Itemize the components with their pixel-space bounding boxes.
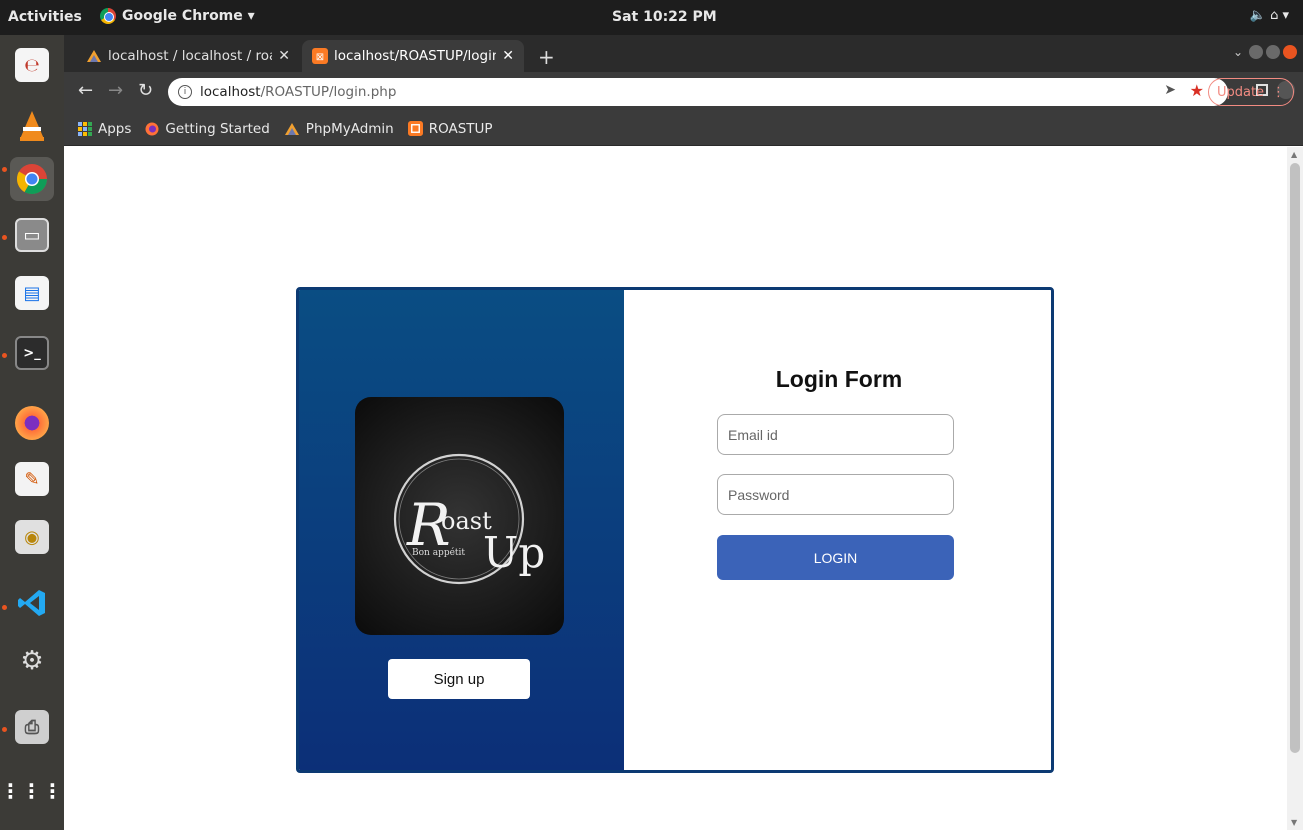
system-status-icons[interactable]: 🔈 ⌂ ▾: [1250, 8, 1289, 23]
dock-writer[interactable]: ▤: [10, 271, 54, 315]
clock[interactable]: Sat 10:22 PM: [612, 9, 717, 25]
text-editor-icon: ✎: [15, 462, 49, 496]
bookmark-roastup[interactable]: ROASTUP: [407, 120, 493, 137]
update-label: Update: [1216, 84, 1265, 100]
vscode-icon: [15, 586, 49, 620]
back-arrow-icon[interactable]: ←: [78, 80, 93, 101]
logo-word-up: Up: [483, 528, 545, 577]
browser-tab-strip: localhost / localhost / roa ✕ ⊠ localhos…: [64, 35, 1303, 72]
vertical-scrollbar[interactable]: ▲ ▼: [1287, 147, 1303, 830]
bookmark-apps[interactable]: Apps: [78, 121, 131, 137]
dock-evolution-mail[interactable]: ℮: [10, 43, 54, 87]
tab-phpmyadmin[interactable]: localhost / localhost / roa ✕: [76, 40, 300, 72]
xampp-icon: [407, 121, 423, 136]
tab-title: localhost / localhost / roa: [108, 48, 273, 64]
scroll-up-arrow-icon[interactable]: ▲: [1291, 150, 1297, 159]
app-grid-icon: ⋮⋮⋮: [0, 779, 64, 803]
tab-search-chevron-icon[interactable]: ⌄: [1233, 45, 1243, 59]
tab-title: localhost/ROASTUP/login: [334, 48, 497, 64]
kebab-menu-icon: ⋮: [1272, 84, 1286, 100]
dock-firefox[interactable]: [10, 401, 54, 445]
svg-text:⊠: ⊠: [316, 52, 324, 63]
dock-files[interactable]: ▭: [10, 213, 54, 257]
browser-toolbar: ← → ↻ i localhost/ROASTUP/login.php ➤ ★: [64, 72, 1303, 112]
firefox-icon: [15, 406, 49, 440]
maximize-icon[interactable]: [1266, 45, 1280, 59]
apps-grid-icon: [78, 121, 92, 136]
phpmyadmin-icon: [284, 122, 299, 135]
dock-chrome[interactable]: [10, 157, 54, 201]
logo-tagline: Bon appétit: [412, 547, 465, 558]
login-form-panel: Login Form Email id Password LOGIN: [624, 290, 1051, 770]
bookmark-label: Getting Started: [165, 120, 270, 137]
address-bar[interactable]: i localhost/ROASTUP/login.php ➤ ★: [168, 78, 1228, 106]
xampp-icon: ⊠: [312, 48, 328, 64]
files-icon: ▭: [15, 218, 49, 252]
brand-panel: R oast Bon appétit Up Sign up: [299, 290, 624, 770]
printer-icon: ⎙: [15, 710, 49, 744]
dock-text-editor[interactable]: ✎: [10, 457, 54, 501]
url-host: localhost: [200, 84, 261, 100]
dock-settings[interactable]: ⚙: [10, 639, 54, 683]
tab-roastup-login[interactable]: ⊠ localhost/ROASTUP/login ✕: [302, 40, 524, 72]
vlc-icon: [15, 108, 49, 142]
bookmark-label: PhpMyAdmin: [305, 120, 394, 137]
url-path: /ROASTUP/login.php: [260, 84, 397, 100]
gear-icon: ⚙: [20, 646, 44, 676]
scroll-down-arrow-icon[interactable]: ▼: [1291, 818, 1297, 827]
evolution-icon: ℮: [15, 48, 49, 82]
email-field[interactable]: Email id: [717, 414, 954, 455]
dock: ℮ ▭ ▤ >_ ✎ ◉ ⚙ ⎙ ⋮⋮⋮: [0, 35, 64, 830]
activities-button[interactable]: Activities: [8, 9, 82, 25]
dock-terminal[interactable]: >_: [10, 331, 54, 375]
forward-arrow-icon[interactable]: →: [108, 80, 123, 101]
new-tab-button[interactable]: +: [538, 45, 555, 69]
close-tab-icon[interactable]: ✕: [278, 48, 290, 64]
terminal-icon: >_: [15, 336, 49, 370]
site-info-icon[interactable]: i: [178, 85, 192, 99]
login-card: R oast Bon appétit Up Sign up Login Form…: [296, 287, 1054, 773]
login-button[interactable]: LOGIN: [717, 535, 954, 580]
speaker-icon: ◉: [15, 520, 49, 554]
close-tab-icon[interactable]: ✕: [502, 48, 514, 64]
password-field[interactable]: Password: [717, 474, 954, 515]
show-applications-button[interactable]: ⋮⋮⋮: [0, 769, 64, 813]
firefox-icon: [145, 122, 159, 135]
bookmark-star-icon[interactable]: ★: [1190, 81, 1204, 100]
bookmark-phpmyadmin[interactable]: PhpMyAdmin: [284, 121, 394, 137]
roast-up-logo: R oast Bon appétit Up: [355, 397, 564, 635]
bookmarks-bar: Apps Getting Started PhpMyAdmin ROASTUP: [64, 112, 1303, 146]
window-controls: [1249, 45, 1297, 59]
document-icon: ▤: [15, 276, 49, 310]
sign-up-button[interactable]: Sign up: [388, 659, 530, 699]
send-page-icon[interactable]: ➤: [1164, 82, 1176, 98]
app-menu[interactable]: Google Chrome ▾: [100, 8, 255, 24]
dock-rhythmbox[interactable]: ◉: [10, 515, 54, 559]
reload-icon[interactable]: ↻: [138, 80, 153, 101]
minimize-icon[interactable]: [1249, 45, 1263, 59]
dock-printer[interactable]: ⎙: [10, 705, 54, 749]
update-button[interactable]: Update ⋮: [1208, 78, 1294, 106]
close-window-icon[interactable]: [1283, 45, 1297, 59]
bookmark-label: Apps: [98, 120, 132, 137]
bookmark-getting-started[interactable]: Getting Started: [145, 120, 270, 137]
chrome-icon: [100, 8, 116, 24]
dock-vlc[interactable]: [10, 103, 54, 147]
chrome-icon: [15, 162, 49, 196]
phpmyadmin-icon: [87, 50, 101, 62]
scrollbar-thumb[interactable]: [1290, 163, 1300, 753]
system-top-bar: Activities Google Chrome ▾ Sat 10:22 PM …: [0, 0, 1303, 35]
bookmark-label: ROASTUP: [428, 120, 493, 137]
dock-vscode[interactable]: [10, 581, 54, 625]
app-menu-label: Google Chrome ▾: [122, 8, 255, 24]
login-form-title: Login Form: [775, 366, 903, 392]
page-viewport: R oast Bon appétit Up Sign up Login Form…: [64, 147, 1287, 830]
